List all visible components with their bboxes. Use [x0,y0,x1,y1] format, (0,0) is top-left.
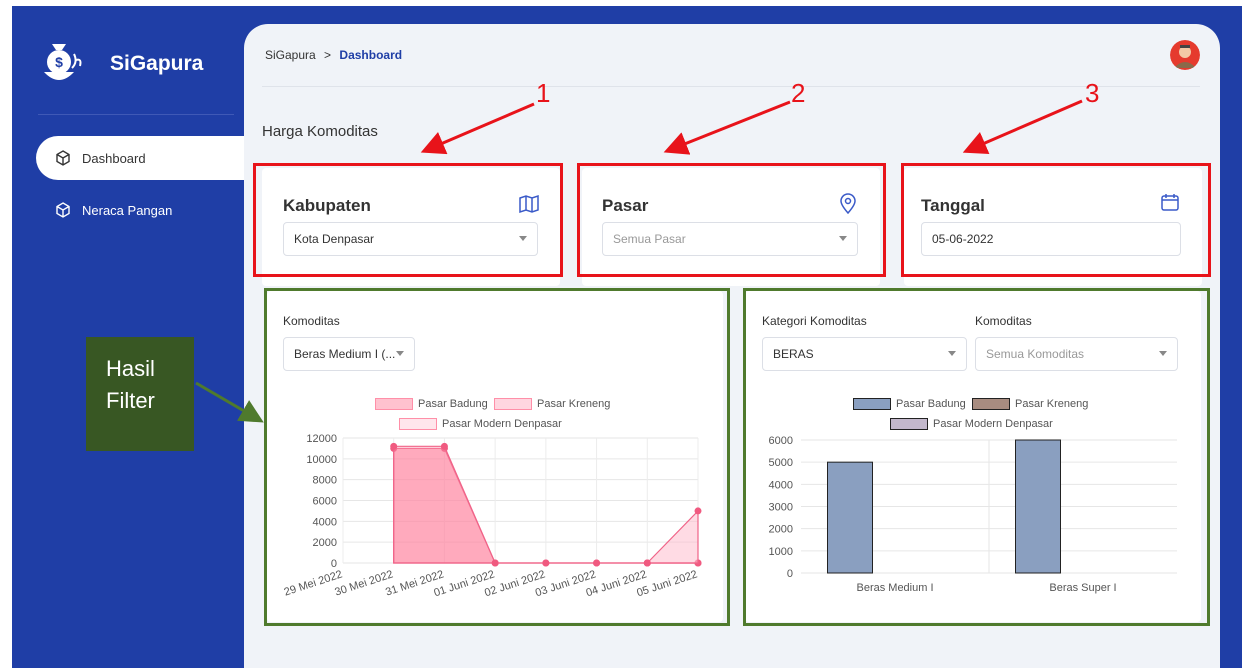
breadcrumb-root[interactable]: SiGapura [265,48,316,62]
svg-text:$: $ [55,54,63,70]
money-bag-icon: $ [44,44,82,80]
header-divider [262,86,1200,87]
breadcrumb: SiGapura > Dashboard [265,48,402,62]
annotation-number-3: 3 [1085,78,1100,108]
result-label-line2: Filter [106,388,155,413]
sidebar-item-dashboard[interactable]: Dashboard [36,136,244,180]
annotation-box-bar-chart [743,288,1210,626]
page-title: Harga Komoditas [262,123,378,140]
breadcrumb-current: Dashboard [339,48,403,62]
result-filter-label: Hasil Filter [86,337,194,451]
sidebar-item-label: Dashboard [82,150,146,166]
annotation-box-kabupaten [253,163,563,277]
avatar[interactable] [1170,40,1200,70]
annotation-number-1: 1 [536,78,551,108]
annotation-number-2: 2 [791,78,806,108]
annotation-box-pasar [577,163,886,277]
cube-icon [56,202,70,218]
breadcrumb-separator: > [324,48,332,62]
sidebar-divider [38,114,234,115]
annotation-box-tanggal [901,163,1211,277]
annotation-box-line-chart [264,288,730,626]
app-name: SiGapura [110,52,204,75]
cube-icon [56,150,70,166]
result-label-line1: Hasil [106,356,155,381]
sidebar-item-neraca-pangan[interactable]: Neraca Pangan [36,188,244,232]
user-avatar-icon [1170,40,1200,70]
sidebar-item-label: Neraca Pangan [82,202,173,218]
app-logo[interactable]: $ SiGapura [40,38,203,90]
